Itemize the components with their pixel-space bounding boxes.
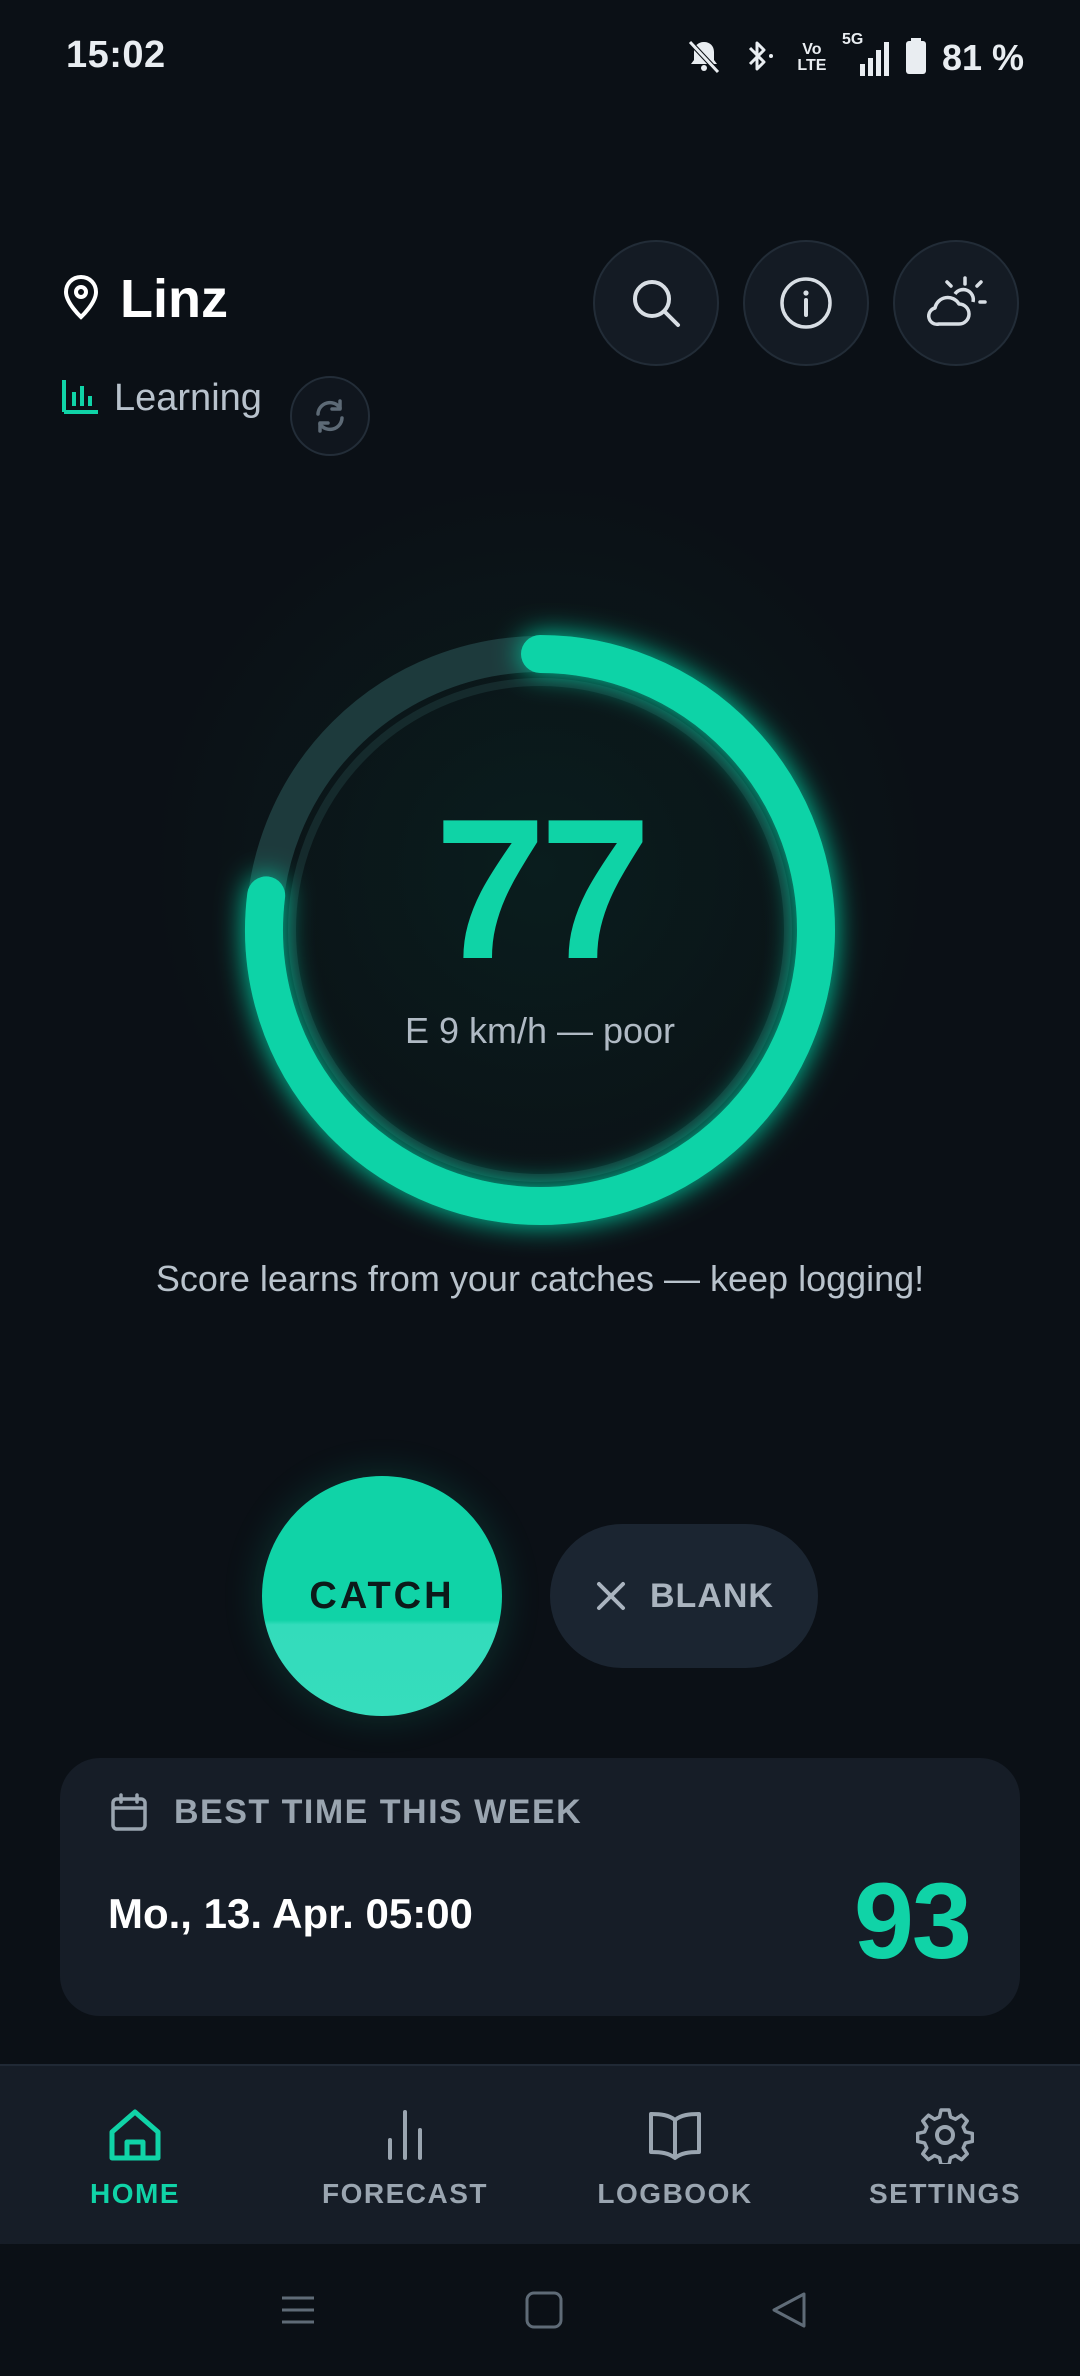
home-icon — [109, 2109, 161, 2161]
volte-label: Vo LTE — [797, 41, 827, 74]
status-icons: Vo LTE 5G 81 % — [684, 32, 1024, 82]
best-time-header: BEST TIME THIS WEEK — [110, 1792, 582, 1832]
calendar-icon — [111, 1793, 147, 1831]
learning-label: Learning — [114, 377, 262, 419]
square-icon — [525, 2291, 563, 2329]
catch-button[interactable]: CATCH — [262, 1476, 502, 1716]
info-icon — [780, 277, 832, 329]
app-screen: 15:02 Vo LTE 5G 81 % Linz Learning 77 E … — [0, 0, 1080, 2376]
best-time-datetime: Mo., 13. Apr. 05:00 — [108, 1890, 473, 1937]
bottom-navigation: HOME FORECAST LOGBOOK SETTINGS — [0, 2064, 1080, 2244]
blank-button[interactable]: BLANK — [550, 1524, 818, 1668]
search-icon — [633, 280, 680, 327]
learning-indicator: Learning — [60, 376, 262, 421]
nav-logbook[interactable]: LOGBOOK — [540, 2066, 810, 2244]
location-name: Linz — [120, 269, 228, 329]
location-pin-icon — [60, 274, 102, 325]
bluetooth-icon — [738, 36, 778, 81]
best-time-title: BEST TIME THIS WEEK — [174, 1792, 583, 1831]
refresh-icon — [316, 399, 344, 433]
back-triangle-icon — [772, 2292, 806, 2328]
status-time: 15:02 — [66, 34, 166, 76]
bar-chart-icon — [60, 376, 100, 421]
partly-cloudy-icon — [927, 276, 987, 326]
score-value: 77 — [434, 778, 651, 1001]
signal-icon: 5G — [842, 32, 890, 78]
learning-hint: Score learns from your catches — keep lo… — [155, 1258, 925, 1299]
nav-forecast-label: FORECAST — [322, 2178, 488, 2209]
best-time-score: 93 — [853, 1860, 972, 1981]
nav-home[interactable]: HOME — [0, 2066, 270, 2244]
refresh-button[interactable] — [290, 376, 370, 456]
nav-home-label: HOME — [90, 2178, 180, 2209]
info-button[interactable] — [743, 240, 869, 366]
wind-conditions: E 9 km/h — poor — [404, 1010, 676, 1051]
weather-button[interactable] — [893, 240, 1019, 366]
menu-icon — [282, 2296, 314, 2324]
nav-settings-label: SETTINGS — [868, 2178, 1021, 2209]
mute-bell-icon — [684, 36, 724, 81]
back-system-button[interactable] — [770, 2290, 810, 2335]
nav-logbook-label: LOGBOOK — [597, 2178, 753, 2209]
home-system-button[interactable] — [524, 2290, 564, 2335]
catch-label: CATCH — [309, 1574, 455, 1617]
recent-apps-button[interactable] — [278, 2290, 318, 2335]
nav-settings[interactable]: SETTINGS — [810, 2066, 1080, 2244]
location-selector[interactable]: Linz — [60, 268, 228, 330]
network-label: 5G — [841, 31, 864, 48]
blank-label: BLANK — [650, 1576, 774, 1615]
battery-percent: 81 % — [941, 37, 1024, 78]
search-button[interactable] — [593, 240, 719, 366]
gear-icon — [916, 2108, 974, 2164]
nav-forecast[interactable]: FORECAST — [270, 2066, 540, 2244]
battery-icon — [904, 36, 928, 81]
close-icon — [597, 1582, 625, 1610]
book-icon — [649, 2112, 701, 2160]
bar-chart-icon — [388, 2110, 422, 2160]
